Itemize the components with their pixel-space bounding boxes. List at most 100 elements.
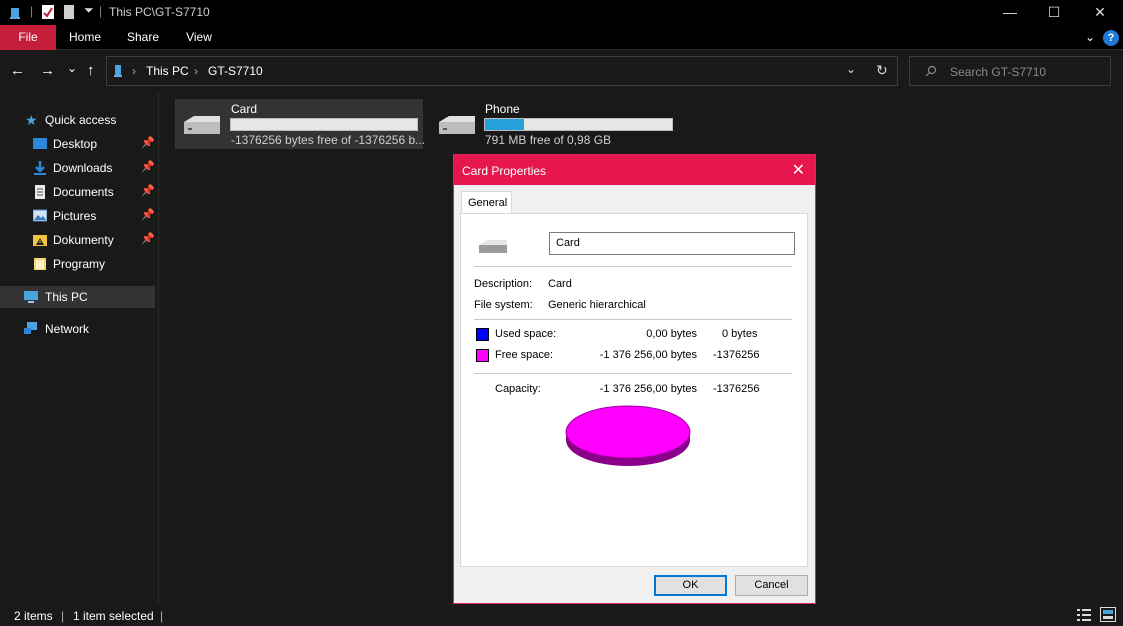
status-separator: | <box>61 609 65 623</box>
large-icons-view-icon[interactable] <box>1100 607 1116 622</box>
tab-file[interactable]: File <box>0 25 56 50</box>
navigation-pane: ★ Quick access Desktop 📌 Downloads 📌 Doc… <box>0 92 160 604</box>
dialog-title-bar: Card Properties ✕ <box>454 155 815 185</box>
maximize-button[interactable]: ☐ <box>1031 0 1077 25</box>
free-space-bytes: -1 376 256,00 bytes <box>599 349 697 361</box>
expand-ribbon-icon[interactable]: ⌄ <box>1085 30 1095 44</box>
pin-icon: 📌 <box>141 161 155 173</box>
forward-arrow-icon[interactable]: → <box>40 63 55 78</box>
used-space-bytes: 0,00 bytes <box>646 328 697 340</box>
breadcrumb-separator[interactable]: › <box>194 64 198 78</box>
sidebar-item-documents[interactable]: Documents 📌 <box>0 181 155 203</box>
tab-view[interactable]: View <box>172 25 226 50</box>
back-arrow-icon[interactable]: ← <box>10 63 25 78</box>
tab-general[interactable]: General <box>461 191 512 214</box>
folder-icon <box>34 258 46 270</box>
sidebar-item-label: Quick access <box>45 113 117 127</box>
disk-usage-pie <box>565 405 691 466</box>
qa-separator: | <box>30 4 34 18</box>
title-separator: | <box>99 4 103 18</box>
address-bar[interactable]: › This PC › GT-S7710 ⌄ ↻ <box>106 56 898 86</box>
help-icon[interactable]: ? <box>1103 30 1119 46</box>
documents-icon <box>35 185 45 199</box>
dialog-title: Card Properties <box>462 164 547 178</box>
pie-free-slice <box>565 405 691 459</box>
used-space-swatch <box>476 328 489 341</box>
desktop-icon <box>33 138 47 149</box>
status-selected-count: 1 item selected <box>73 609 154 623</box>
sidebar-item-desktop[interactable]: Desktop 📌 <box>0 133 155 155</box>
folder-warning-icon <box>33 235 47 246</box>
drive-tile-phone[interactable]: Phone 791 MB free of 0,98 GB <box>433 99 681 149</box>
divider <box>474 319 792 320</box>
title-bar: | ⏷ | This PC\GT-S7710 — ☐ ✕ <box>0 0 1123 25</box>
network-icon <box>24 322 37 334</box>
customize-qa-icon[interactable]: ⏷ <box>84 3 94 18</box>
search-input[interactable]: Search GT-S7710 <box>909 56 1111 86</box>
drive-icon <box>479 240 507 253</box>
sidebar-item-programy[interactable]: Programy <box>0 253 155 275</box>
drive-icon <box>184 116 220 134</box>
sidebar-item-label: Pictures <box>53 209 97 223</box>
used-space-short: 0 bytes <box>722 328 758 340</box>
pin-icon: 📌 <box>141 185 155 197</box>
filesystem-value: Generic hierarchical <box>548 299 646 311</box>
sidebar-item-this-pc[interactable]: This PC <box>0 286 155 308</box>
refresh-icon[interactable]: ↻ <box>876 62 888 79</box>
properties-dialog: Card Properties ✕ General Card Descripti… <box>453 154 816 604</box>
up-arrow-icon[interactable]: ↑ <box>87 63 95 78</box>
divider <box>474 266 792 267</box>
window-icon <box>10 8 20 19</box>
recent-locations-icon[interactable]: ⌄ <box>67 61 77 76</box>
pane-splitter[interactable] <box>158 92 159 604</box>
status-separator: | <box>160 609 164 623</box>
drive-name: Card <box>231 102 258 116</box>
breadcrumb-this-pc[interactable]: This PC <box>146 64 189 78</box>
close-button[interactable]: ✕ <box>1077 0 1123 25</box>
star-icon: ★ <box>25 112 38 128</box>
drive-name-field[interactable]: Card <box>549 232 795 255</box>
tab-share[interactable]: Share <box>116 25 170 50</box>
tab-general-label: General <box>468 197 508 209</box>
pin-icon: 📌 <box>141 233 155 245</box>
details-view-icon[interactable] <box>1077 608 1091 622</box>
drive-space-info: -1376256 bytes free of -1376256 b... <box>231 133 426 147</box>
drive-usage-bar <box>484 118 673 131</box>
capacity-bytes: -1 376 256,00 bytes <box>599 383 697 395</box>
drive-usage-fill <box>485 119 524 130</box>
sidebar-item-downloads[interactable]: Downloads 📌 <box>0 157 155 179</box>
status-item-count: 2 items <box>14 609 53 623</box>
tab-home[interactable]: Home <box>58 25 112 50</box>
minimize-button[interactable]: — <box>987 0 1033 25</box>
sidebar-item-dokumenty[interactable]: Dokumenty 📌 <box>0 229 155 251</box>
dialog-close-icon[interactable]: ✕ <box>792 160 805 180</box>
ok-button[interactable]: OK <box>654 575 727 596</box>
breadcrumb-separator: › <box>132 64 136 78</box>
free-space-short: -1376256 <box>713 349 760 361</box>
capacity-label: Capacity: <box>495 383 541 395</box>
search-placeholder: Search GT-S7710 <box>950 65 1047 79</box>
breadcrumb-gt-s7710[interactable]: GT-S7710 <box>208 64 263 78</box>
pin-icon: 📌 <box>141 137 155 149</box>
cancel-button[interactable]: Cancel <box>735 575 808 596</box>
drive-icon <box>439 116 475 134</box>
download-icon <box>34 161 46 175</box>
ribbon: File Home Share View ⌄ ? <box>0 25 1123 50</box>
sidebar-item-label: Dokumenty <box>53 233 114 247</box>
window-title: This PC\GT-S7710 <box>109 5 210 19</box>
search-icon <box>925 65 937 77</box>
sidebar-item-network[interactable]: Network <box>0 318 155 340</box>
sidebar-item-label: Desktop <box>53 137 98 151</box>
divider <box>474 373 792 374</box>
properties-quick-icon[interactable] <box>40 4 56 20</box>
sidebar-item-quick-access[interactable]: ★ Quick access <box>0 109 155 131</box>
description-label: Description: <box>474 278 533 290</box>
sidebar-item-label: Documents <box>53 185 114 199</box>
sidebar-item-label: This PC <box>45 290 88 304</box>
drive-tile-card[interactable]: Card -1376256 bytes free of -1376256 b..… <box>175 99 426 149</box>
address-dropdown-icon[interactable]: ⌄ <box>846 62 856 76</box>
general-panel: Card Description: Card File system: Gene… <box>460 213 808 567</box>
drive-name: Phone <box>485 102 520 116</box>
new-folder-quick-icon[interactable] <box>62 4 76 20</box>
sidebar-item-pictures[interactable]: Pictures 📌 <box>0 205 155 227</box>
